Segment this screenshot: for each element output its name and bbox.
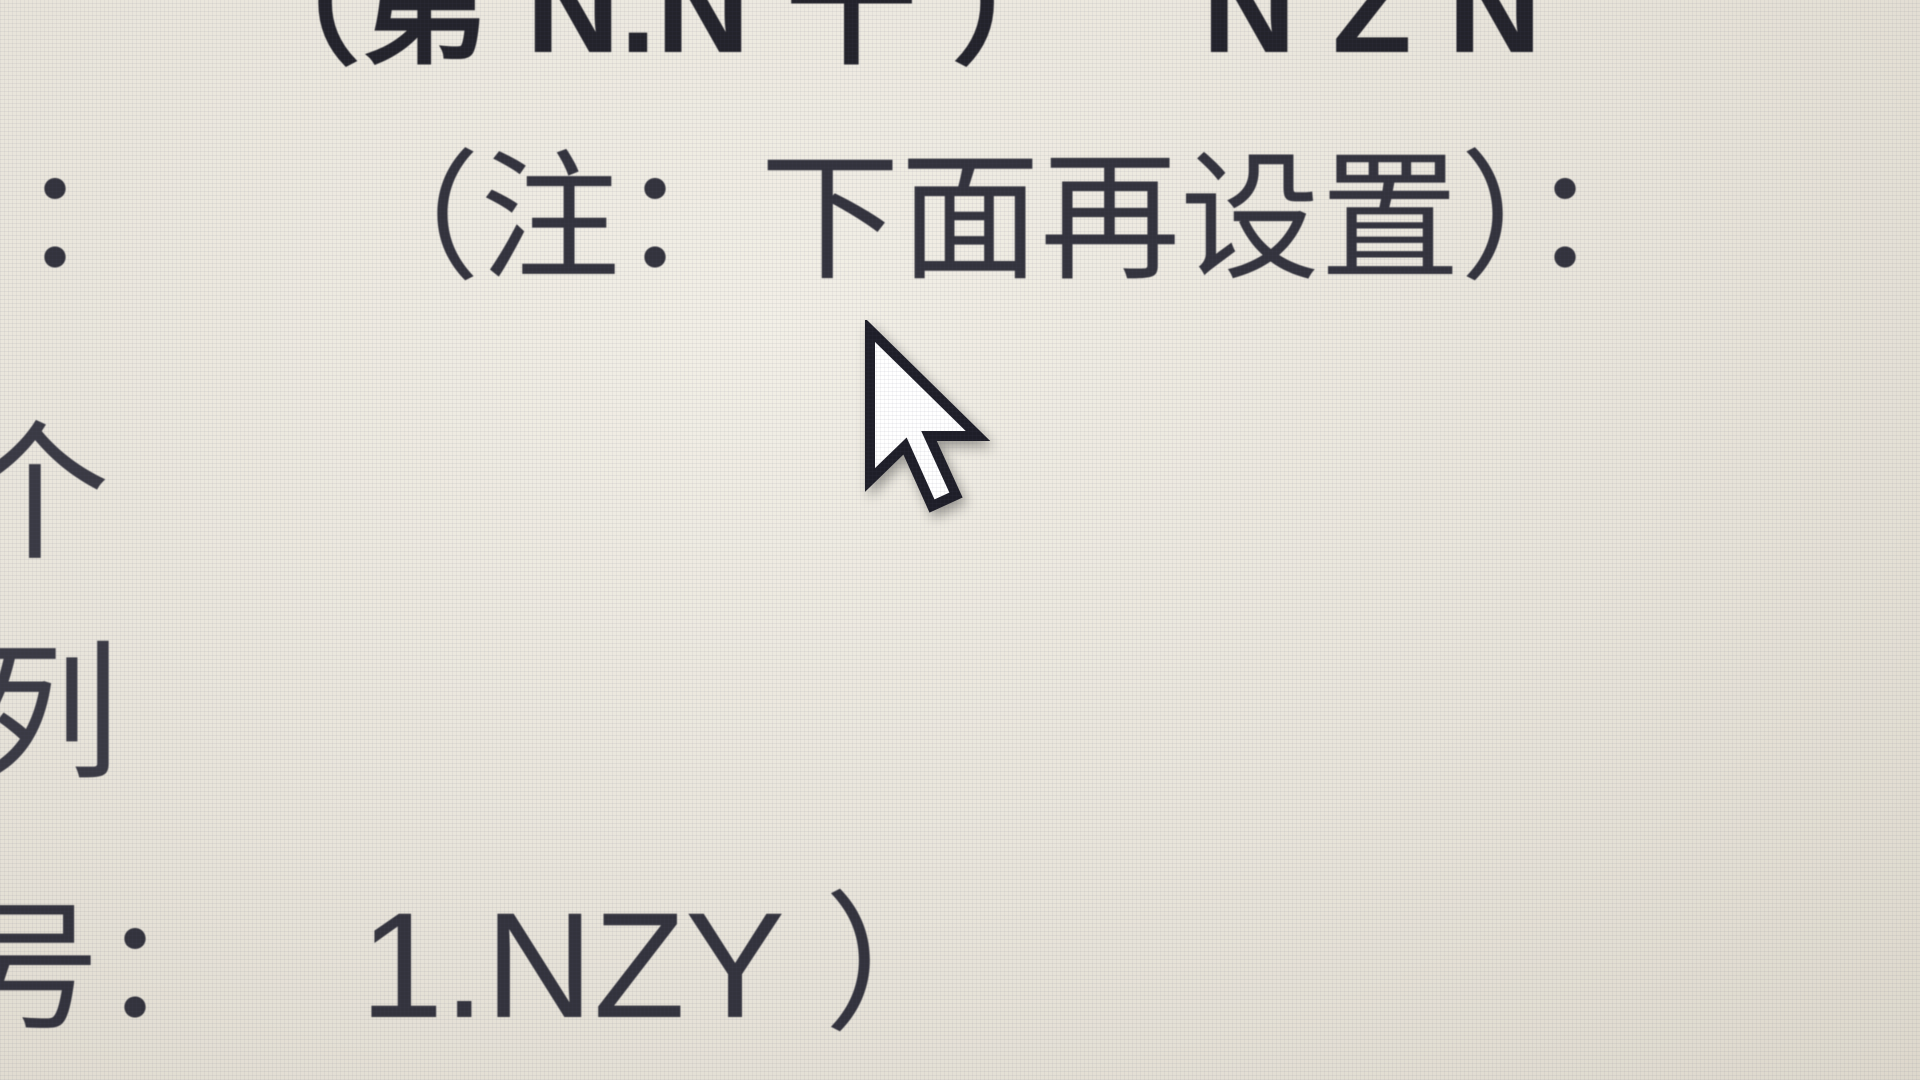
note-text: （注：下面再设置） bbox=[340, 138, 1531, 301]
document-screen: （第 N.N 十 ） N Z N ：（注：下面再设置）： 个 列 号： 1.NZY … bbox=[0, 0, 1920, 1080]
note-colon-left: ： bbox=[20, 138, 161, 301]
number-line: 号： 1.NZY ） bbox=[0, 890, 974, 1040]
top-line: （第 N.N 十 ） N Z N bbox=[230, 0, 1542, 72]
note-line: ：（注：下面再设置）： bbox=[20, 150, 1670, 290]
number-label: 号： bbox=[0, 888, 241, 1051]
note-colon-right: ： bbox=[1530, 138, 1671, 301]
top-line-right: N Z N bbox=[1202, 0, 1542, 80]
arrow-pointer-icon bbox=[865, 320, 991, 513]
text-fragment-2: 列 bbox=[0, 628, 121, 802]
number-value: 1.NZY ） bbox=[360, 881, 975, 1049]
top-line-left: （第 N.N 十 ） bbox=[230, 0, 1083, 80]
text-fragment-1: 个 bbox=[0, 408, 111, 582]
